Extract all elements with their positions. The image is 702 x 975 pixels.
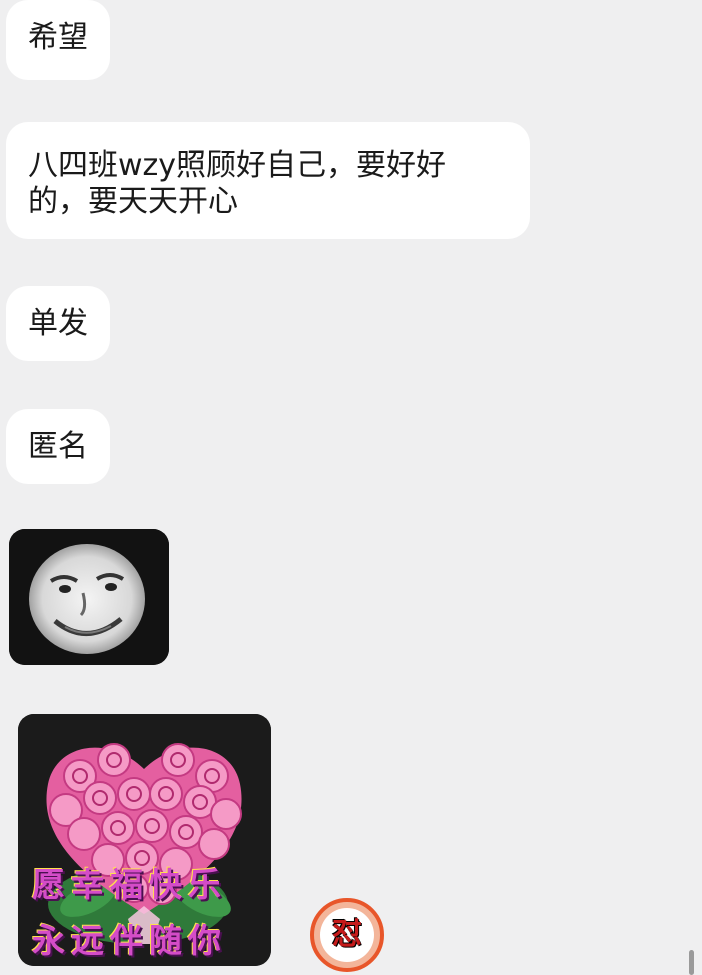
chat-bubble[interactable]: 八四班wzy照顾好自己，要好好 的，要天天开心 xyxy=(6,122,530,239)
sticker-caption-line2: 永远伴随你 xyxy=(32,921,227,960)
roses-greeting-sticker[interactable]: 愿幸福快乐 永远伴随你 xyxy=(18,714,271,966)
reaction-badge-label: 怼 xyxy=(320,908,374,962)
meme-face-icon xyxy=(9,529,169,665)
reaction-badge-icon[interactable]: 怼 xyxy=(310,898,384,972)
meme-face-sticker[interactable] xyxy=(9,529,169,665)
chat-bubble[interactable]: 希望 xyxy=(6,0,110,80)
chat-bubble[interactable]: 单发 xyxy=(6,286,110,361)
scrollbar[interactable] xyxy=(689,950,694,975)
sticker-caption-line1: 愿幸福快乐 xyxy=(32,865,227,904)
chat-bubble[interactable]: 匿名 xyxy=(6,409,110,484)
